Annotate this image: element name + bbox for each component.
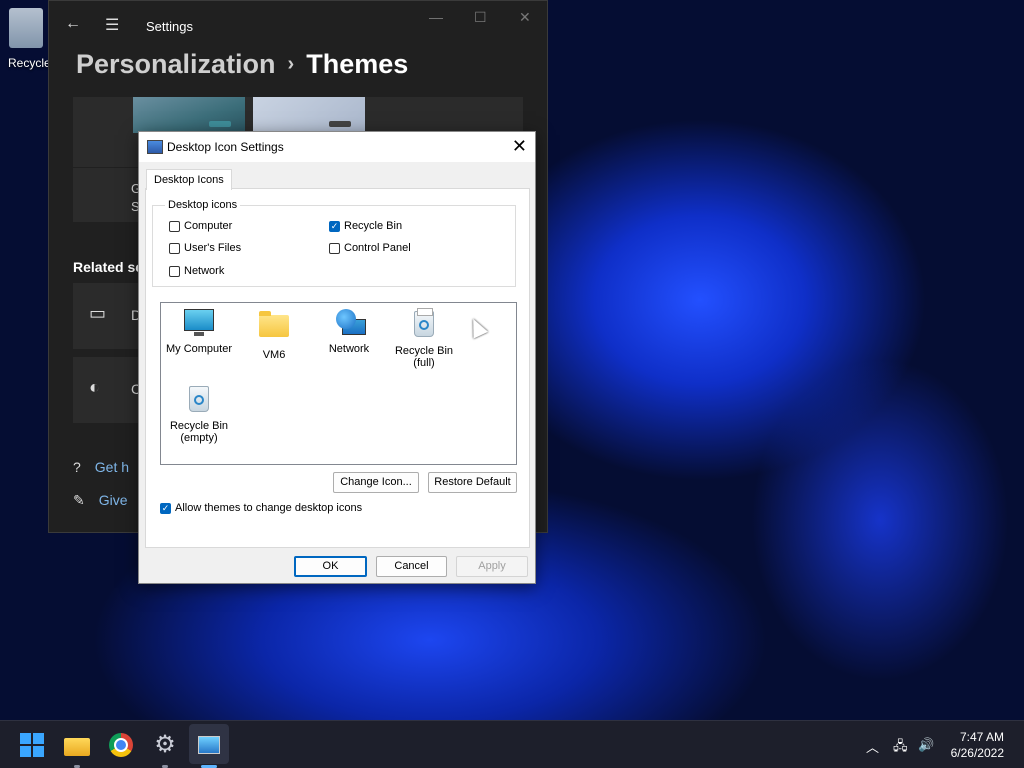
maximize-icon[interactable]: ☐ bbox=[474, 9, 487, 26]
checkbox-box bbox=[169, 220, 180, 232]
theme-thumbnail-2[interactable] bbox=[253, 97, 365, 133]
desktop-icon-settings-dialog: Desktop Icon Settings ✕ Desktop Icons De… bbox=[138, 131, 536, 584]
related-settings-heading: Related se bbox=[73, 259, 144, 275]
windows-logo-icon bbox=[20, 733, 44, 757]
help-icon: ? bbox=[73, 459, 81, 475]
list-item-label: VM6 bbox=[262, 349, 286, 361]
monitor-icon bbox=[184, 309, 214, 339]
allow-themes-checkbox[interactable]: ✓ Allow themes to change desktop icons bbox=[160, 502, 362, 514]
link-label: Give bbox=[98, 492, 128, 508]
checkmark-icon: ✓ bbox=[160, 502, 171, 514]
list-item-label: Recycle Bin (full) bbox=[394, 345, 454, 369]
time-text: 7:47 AM bbox=[959, 730, 1004, 744]
checkbox-label: Recycle Bin bbox=[344, 220, 403, 232]
list-item-recycle-bin-empty[interactable]: Recycle Bin (empty) bbox=[162, 384, 236, 444]
page-title: Themes bbox=[306, 49, 409, 79]
computer-checkbox[interactable]: Computer bbox=[169, 220, 232, 232]
users-files-checkbox[interactable]: User's Files bbox=[169, 242, 241, 254]
icon-list[interactable]: My Computer VM6 Network Recycle Bin (ful… bbox=[160, 302, 517, 465]
taskbar: ⚙ ︿ 🖧 🔊 7:47 AM 6/26/2022 bbox=[0, 720, 1024, 768]
dialog-title: Desktop Icon Settings bbox=[167, 140, 284, 154]
recycle-bin-full-icon bbox=[409, 308, 439, 341]
list-item-network[interactable]: Network bbox=[312, 309, 386, 355]
list-item-vm6[interactable]: VM6 bbox=[237, 309, 311, 361]
change-icon-button[interactable]: Change Icon... bbox=[333, 472, 419, 493]
cancel-button[interactable]: Cancel bbox=[376, 556, 447, 577]
desktop-icon-settings-button[interactable] bbox=[195, 731, 223, 759]
chrome-icon bbox=[109, 733, 133, 757]
checkbox-box bbox=[169, 242, 180, 254]
checkbox-label: Network bbox=[184, 265, 225, 277]
checkbox-label: Allow themes to change desktop icons bbox=[175, 502, 363, 514]
monitor-icon: ▭ bbox=[89, 303, 107, 323]
settings-title: Settings bbox=[146, 19, 193, 34]
display-icon bbox=[147, 140, 163, 154]
give-feedback-link[interactable]: ✎ Give bbox=[73, 492, 128, 509]
recycle-bin-icon bbox=[9, 8, 43, 48]
breadcrumb-parent[interactable]: Personalization bbox=[76, 49, 276, 79]
display-icon bbox=[198, 736, 220, 754]
settings-titlebar: ← ☰ Settings — ☐ ✕ bbox=[49, 1, 547, 49]
contrast-icon: ◐ bbox=[89, 377, 100, 397]
link-label: Get h bbox=[94, 459, 130, 475]
close-icon[interactable]: ✕ bbox=[512, 136, 527, 157]
network-icon bbox=[334, 309, 366, 339]
group-label: Desktop icons bbox=[165, 199, 241, 211]
recycle-bin-empty-icon bbox=[184, 386, 214, 416]
theme-thumbnail-1[interactable] bbox=[133, 97, 245, 133]
get-help-link[interactable]: ? Get h bbox=[73, 459, 129, 475]
volume-icon[interactable]: 🔊 bbox=[918, 737, 934, 753]
apply-button[interactable]: Apply bbox=[456, 556, 528, 577]
restore-default-button[interactable]: Restore Default bbox=[428, 472, 517, 493]
checkbox-label: User's Files bbox=[184, 242, 242, 254]
list-item-label: Network bbox=[328, 343, 370, 355]
breadcrumb: Personalization › Themes bbox=[76, 49, 408, 80]
tab-desktop-icons[interactable]: Desktop Icons bbox=[146, 169, 232, 190]
checkbox-box bbox=[169, 265, 180, 277]
clock[interactable]: 7:47 AM 6/26/2022 bbox=[951, 729, 1004, 761]
chevron-up-icon[interactable]: ︿ bbox=[866, 737, 879, 756]
ok-button[interactable]: OK bbox=[294, 556, 367, 577]
file-explorer-button[interactable] bbox=[63, 731, 91, 759]
list-item-my-computer[interactable]: My Computer bbox=[162, 309, 236, 355]
network-checkbox[interactable]: Network bbox=[169, 265, 224, 277]
chevron-right-icon: › bbox=[287, 53, 295, 75]
control-panel-checkbox[interactable]: Control Panel bbox=[329, 242, 411, 254]
start-button[interactable] bbox=[18, 731, 46, 759]
checkbox-label: Control Panel bbox=[344, 242, 411, 254]
folder-icon bbox=[64, 738, 90, 756]
hamburger-menu-icon[interactable]: ☰ bbox=[105, 15, 119, 35]
checkbox-box bbox=[329, 242, 340, 254]
dialog-titlebar: Desktop Icon Settings ✕ bbox=[139, 132, 535, 162]
network-icon[interactable]: 🖧 bbox=[893, 737, 908, 759]
minimize-icon[interactable]: — bbox=[429, 9, 443, 25]
folder-icon bbox=[259, 311, 289, 345]
date-text: 6/26/2022 bbox=[950, 746, 1004, 760]
settings-button[interactable]: ⚙ bbox=[151, 731, 179, 759]
close-icon[interactable]: ✕ bbox=[519, 9, 531, 26]
gear-icon: ⚙ bbox=[154, 731, 176, 758]
recycle-bin-checkbox[interactable]: ✓ Recycle Bin bbox=[329, 220, 402, 232]
back-arrow-icon[interactable]: ← bbox=[65, 15, 81, 33]
feedback-icon: ✎ bbox=[73, 492, 85, 508]
checkbox-label: Computer bbox=[184, 220, 233, 232]
list-item-label: My Computer bbox=[165, 343, 233, 355]
list-item-label: Recycle Bin (empty) bbox=[169, 420, 229, 444]
list-item-recycle-bin-full[interactable]: Recycle Bin (full) bbox=[387, 308, 461, 369]
checkmark-icon: ✓ bbox=[329, 220, 340, 232]
chrome-button[interactable] bbox=[107, 731, 135, 759]
